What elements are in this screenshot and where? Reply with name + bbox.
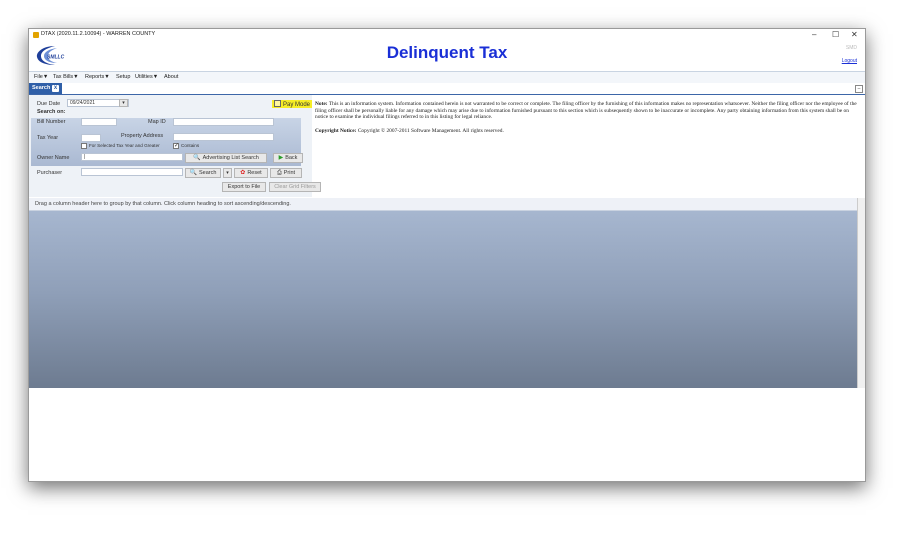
close-button[interactable]: ✕	[851, 30, 858, 39]
tax-year-field[interactable]	[81, 134, 101, 142]
reset-button[interactable]: ✿ Reset	[234, 168, 268, 178]
for-selected-checkbox[interactable]	[81, 143, 87, 149]
app-title: Delinquent Tax	[386, 43, 508, 62]
search-options-dropdown-icon[interactable]: ▾	[223, 168, 232, 178]
collapse-icon[interactable]: –	[855, 85, 863, 93]
app-header: SMLLC Delinquent Tax SMD Logout	[29, 42, 865, 70]
tab-close-icon[interactable]: x	[52, 85, 59, 92]
calendar-dropdown-icon[interactable]: ▾	[119, 99, 128, 107]
tab-bar: Search x –	[29, 83, 865, 95]
grid-scrollbar[interactable]	[857, 198, 865, 388]
search-button-label: Search	[199, 170, 217, 176]
menu-utilities[interactable]: Utilities▼	[135, 74, 158, 80]
back-arrow-icon: ▶	[278, 155, 284, 161]
search-on-label: Search on:	[37, 109, 66, 115]
advertising-list-search-button[interactable]: 🔍 Advertising List Search	[185, 153, 267, 163]
pay-mode-checkbox-icon	[274, 100, 281, 107]
title-bar: DTAX (2020.11.2.10094) - WARREN COUNTY –…	[29, 29, 865, 42]
tab-search[interactable]: Search x	[29, 83, 62, 94]
search-panel: Due Date 09/24/2021 ▾ Pay Mode Search on…	[29, 95, 321, 197]
export-to-file-button[interactable]: Export to File	[222, 182, 266, 192]
for-selected-label: For Selected Tax Year and Greater	[89, 143, 160, 148]
group-by-panel[interactable]: Drag a column header here to group by th…	[29, 198, 857, 211]
menu-tax-bills[interactable]: Tax Bills▼	[53, 74, 79, 80]
contains-label: Contains	[181, 143, 200, 148]
tax-year-label: Tax Year	[37, 135, 59, 141]
copyright-label: Copyright Notice:	[315, 128, 357, 135]
map-id-field[interactable]	[173, 118, 274, 126]
menu-reports[interactable]: Reports▼	[85, 74, 110, 80]
contains-checkbox[interactable]: ✓	[173, 143, 179, 149]
copyright-text: Copyright © 2007-2011 Software Managemen…	[356, 128, 504, 135]
window-title: DTAX (2020.11.2.10094) - WARREN COUNTY	[41, 31, 156, 37]
menu-about[interactable]: About	[164, 74, 178, 80]
advertising-button-label: Advertising List Search	[202, 155, 259, 161]
search-button[interactable]: 🔍 Search	[185, 168, 221, 178]
menu-setup[interactable]: Setup	[116, 74, 130, 80]
search-icon: 🔍	[189, 170, 198, 176]
maximize-button[interactable]: ☐	[832, 30, 839, 39]
reset-icon: ✿	[240, 170, 246, 176]
bill-number-label: Bill Number	[37, 119, 66, 125]
pay-mode-label: Pay Mode	[283, 102, 311, 108]
reset-button-label: Reset	[247, 170, 262, 176]
back-button[interactable]: ▶ Back	[273, 153, 303, 163]
note-paragraph: Note: This is an information system. Inf…	[315, 101, 861, 121]
print-button-label: Print	[283, 170, 296, 176]
printer-icon: ⎙	[276, 170, 282, 176]
pay-mode-toggle[interactable]: Pay Mode	[272, 100, 312, 108]
owner-name-field[interactable]: |	[81, 153, 183, 161]
purchaser-label: Purchaser	[37, 170, 63, 176]
bill-number-field[interactable]	[81, 118, 117, 126]
print-button[interactable]: ⎙ Print	[270, 168, 302, 178]
note-label: Note:	[315, 101, 328, 107]
property-address-label: Property Address	[121, 133, 164, 139]
due-date-label: Due Date	[37, 101, 61, 107]
app-window: DTAX (2020.11.2.10094) - WARREN COUNTY –…	[28, 28, 866, 482]
note-text: This is an information system. Informati…	[315, 101, 857, 121]
menu-file[interactable]: File▼	[34, 74, 48, 80]
property-address-field[interactable]	[173, 133, 274, 141]
map-id-label: Map ID	[148, 119, 166, 125]
results-grid[interactable]: Drag a column header here to group by th…	[29, 198, 857, 388]
user-label: SMD	[845, 45, 857, 51]
app-icon	[33, 32, 39, 38]
owner-name-label: Owner Name	[37, 155, 70, 161]
search-icon: 🔍	[193, 155, 201, 161]
disclaimer-notice: Note: This is an information system. Inf…	[315, 101, 861, 135]
copyright-paragraph: Copyright Notice: Copyright © 2007-2011 …	[315, 128, 861, 135]
logout-link[interactable]: Logout	[842, 58, 857, 64]
clear-grid-filters-button[interactable]: Clear Grid Filters	[269, 182, 321, 192]
back-button-label: Back	[285, 155, 298, 161]
minimize-button[interactable]: –	[812, 30, 816, 39]
group-by-hint: Drag a column header here to group by th…	[35, 201, 291, 207]
tab-search-label: Search	[32, 85, 51, 91]
purchaser-field[interactable]	[81, 168, 183, 176]
